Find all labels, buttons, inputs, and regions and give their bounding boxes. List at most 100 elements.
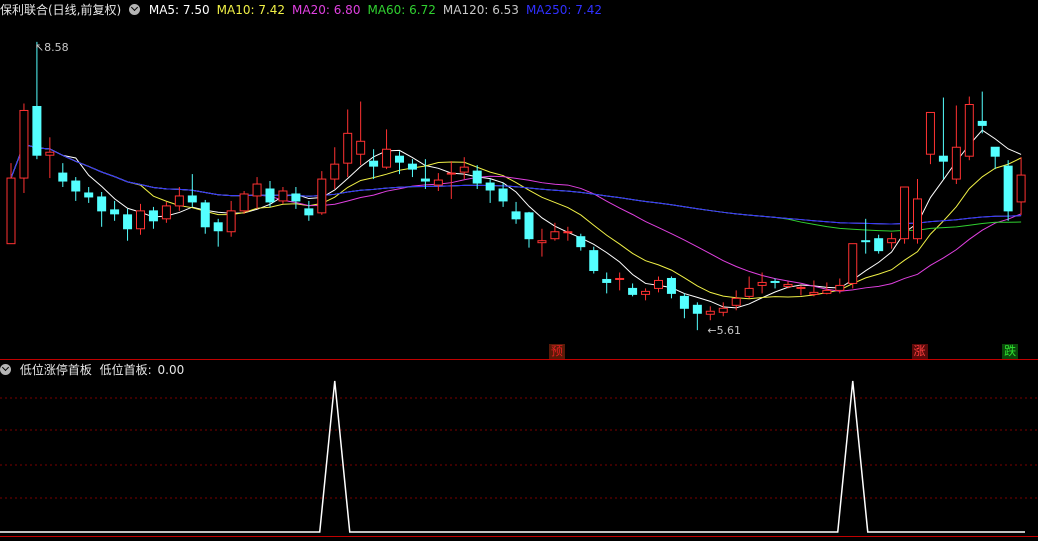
candle-body — [317, 178, 327, 214]
arrow-icon: ← — [707, 324, 717, 338]
candle-body — [679, 295, 689, 309]
candle-body — [718, 307, 728, 313]
panel-frame — [0, 359, 1038, 537]
low-price-value: 5.61 — [716, 324, 742, 338]
candle-body — [136, 210, 145, 230]
candle-body — [951, 146, 961, 180]
candle-body — [278, 190, 288, 202]
candle-body — [589, 250, 599, 272]
candle-body — [265, 188, 275, 203]
candle-body — [511, 211, 521, 220]
candle-body — [848, 243, 858, 284]
ma-legend-item: MA250: 7.42 — [525, 3, 602, 17]
candle-body — [382, 148, 392, 168]
ma-legend-item: MA60: 6.72 — [367, 3, 436, 17]
ma-legend-item: MA10: 7.42 — [216, 3, 286, 17]
high-price-annotation: ↖8.58 — [35, 41, 69, 54]
candle-body — [252, 183, 262, 197]
candle-body — [356, 140, 366, 155]
candle-body — [964, 104, 974, 157]
indicator-polyline — [0, 380, 1025, 533]
candle-body — [472, 170, 482, 184]
signal-marker: 涨 — [911, 344, 928, 359]
candle-body — [498, 188, 508, 202]
candle-body — [537, 240, 547, 244]
candle-body — [433, 179, 443, 186]
candle-body — [239, 193, 249, 212]
candle-body — [6, 177, 16, 245]
candle-body — [861, 240, 871, 243]
candle-body — [977, 120, 987, 126]
candle-body — [58, 172, 68, 182]
candle-body — [550, 231, 560, 240]
indicator-value: 0.00 — [157, 363, 185, 377]
indicator-dropdown-icon[interactable] — [0, 364, 11, 375]
signal-marker: 跌 — [1002, 344, 1019, 359]
candle-body — [32, 105, 42, 156]
candle-body — [744, 287, 754, 297]
candle-body — [459, 166, 469, 173]
candle-body — [576, 236, 586, 248]
candle-body — [110, 209, 120, 215]
candle-body — [887, 238, 897, 244]
candle-body — [602, 278, 612, 283]
candle-body — [913, 198, 922, 240]
candle-body — [900, 186, 910, 240]
candle-body — [874, 238, 884, 252]
arrow-icon: ↖ — [34, 40, 45, 54]
candle-body — [407, 163, 417, 170]
candle-body — [174, 195, 184, 207]
ma-legend-item: MA5: 7.50 — [148, 3, 210, 17]
candle-body — [71, 180, 81, 192]
settings-dropdown-icon[interactable] — [129, 4, 141, 15]
candle-body — [731, 297, 741, 306]
candle-body — [291, 193, 301, 202]
indicator-header: 低位涨停首板 低位首板: 0.00 — [0, 360, 189, 380]
candle-body — [666, 277, 676, 294]
kline-chart[interactable] — [0, 0, 1038, 541]
signal-marker: 预 — [548, 344, 565, 359]
candle-body — [654, 279, 663, 289]
candle-body — [641, 290, 651, 295]
candle-body — [1016, 174, 1026, 203]
candle-body — [45, 151, 55, 156]
candle-body — [213, 222, 223, 232]
grid-lines — [0, 397, 1038, 499]
chart-title: 保利联合(日线,前复权) — [0, 3, 122, 17]
candle-body — [446, 172, 456, 175]
candle-body — [97, 196, 107, 212]
candle-body — [226, 210, 236, 233]
candle-body — [187, 195, 197, 203]
candle-body — [835, 284, 845, 291]
candle-body — [563, 231, 573, 234]
candle-body — [796, 286, 806, 289]
candle-body — [330, 163, 340, 180]
candle-body — [524, 212, 534, 240]
main-header: 保利联合(日线,前复权) MA5: 7.50 MA10: 7.42 MA20: 6.… — [0, 0, 614, 20]
indicator-line — [0, 380, 1025, 533]
candle-body — [161, 205, 171, 220]
candle-body — [925, 111, 935, 155]
candle-body — [304, 208, 314, 216]
ma-legend: MA5: 7.50 MA10: 7.42 MA20: 6.80 MA60: 6.72 M… — [149, 3, 609, 17]
candle-body — [692, 304, 702, 314]
candle-body — [628, 287, 638, 295]
candle-body — [343, 132, 353, 164]
high-price-value: 8.58 — [44, 40, 69, 54]
candle-body — [200, 202, 210, 228]
ma-legend-item: MA20: 6.80 — [292, 3, 361, 17]
candle-body — [938, 155, 948, 162]
candle-body — [1003, 165, 1013, 212]
candle-body — [395, 155, 404, 163]
candle-body — [757, 281, 767, 286]
low-price-annotation: ←5.61 — [707, 324, 741, 337]
candle-body — [420, 178, 430, 182]
candle-body — [615, 277, 625, 280]
candle-body — [485, 182, 495, 191]
ma-legend-item: MA120: 6.53 — [442, 3, 519, 17]
candle-body — [369, 160, 379, 167]
candle-body — [84, 192, 94, 198]
candle-body — [809, 291, 819, 295]
candle-body — [705, 310, 715, 315]
indicator-label: 低位首板: — [99, 363, 152, 377]
